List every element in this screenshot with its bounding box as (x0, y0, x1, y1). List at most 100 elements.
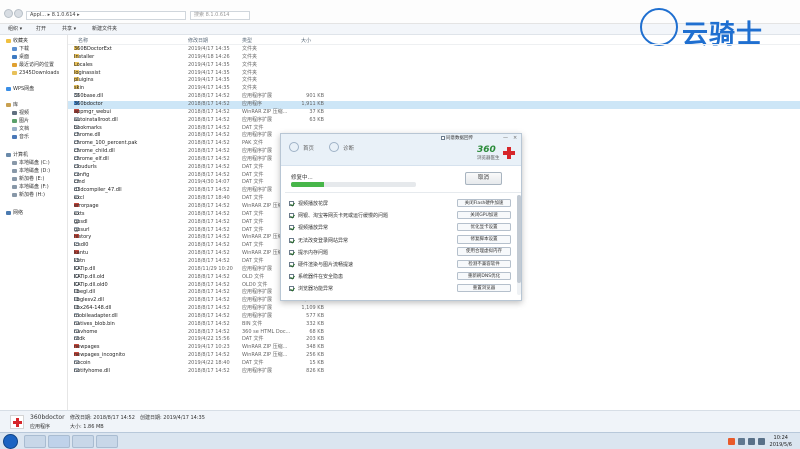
item-checkbox[interactable] (289, 225, 294, 231)
file-row[interactable]: navhome 2018/8/17 14:52 360 se HTML Doc...… (68, 328, 800, 337)
file-row[interactable]: libx264-148.dll 2018/8/17 14:52 应用程序扩展 1,10… (68, 305, 800, 313)
file-row[interactable]: newpages 2019/4/17 10:23 WinRAR ZIP 压缩... 3… (68, 344, 800, 352)
organize-menu[interactable]: 组织 ▾ (8, 26, 22, 33)
nav-music[interactable]: 音乐 (12, 133, 29, 141)
nav-pictures[interactable]: 图片 (12, 117, 29, 125)
start-button[interactable] (3, 434, 18, 449)
file-date-cell: 2018/8/17 14:52 (188, 352, 230, 359)
file-row[interactable]: 360base.dll 2018/8/17 14:52 应用程序扩展 901 KB (68, 93, 800, 101)
column-header-name[interactable]: 名称 (78, 37, 88, 44)
tray-network-icon[interactable] (748, 438, 755, 445)
file-row[interactable]: Locales 2019/4/17 14:35 文件夹 (68, 61, 800, 70)
file-row[interactable]: appmgr_webui 2018/8/17 14:52 WinRAR ZIP 压缩… (68, 108, 800, 117)
list-scrollbar[interactable] (517, 195, 521, 295)
address-bar[interactable]: AppI... ▸ 8.1.0.614 ▸ (26, 11, 186, 20)
file-size-cell: 68 KB (309, 328, 324, 335)
item-label: 系统器件在安全隐患 (298, 274, 344, 281)
tab-diagnose[interactable]: 诊断 (343, 144, 354, 152)
file-row[interactable]: notifyhome.dll 2018/8/17 14:52 应用程序扩展 826 K… (68, 367, 800, 376)
column-header-type[interactable]: 类型 (242, 37, 252, 44)
computer-icon (6, 152, 11, 157)
file-row[interactable]: newpages_incognito 2018/8/17 14:52 WinRAR … (68, 352, 800, 360)
forward-button[interactable] (14, 9, 23, 18)
new-folder-button[interactable]: 新建文件夹 (92, 26, 117, 33)
item-checkbox[interactable] (289, 274, 294, 280)
file-row[interactable]: mobileadapter.dll 2018/8/17 14:52 应用程序扩展 57… (68, 312, 800, 321)
file-row[interactable]: Installer 2019/4/18 14:26 文件夹 (68, 53, 800, 62)
item-checkbox[interactable] (289, 213, 294, 219)
file-date-cell: 2018/8/17 14:52 (188, 171, 230, 178)
details-modified: 修改日期: 2018/8/17 14:52 (70, 415, 135, 421)
nav-videos[interactable]: 视频 (12, 109, 29, 117)
item-fix-button[interactable]: 使用合理虚拟内存 (457, 247, 511, 256)
column-header-date[interactable]: 修改日期 (188, 37, 208, 44)
scrollbar-thumb[interactable] (517, 195, 521, 283)
file-row[interactable]: autoinstallroot.dll 2018/8/17 14:52 应用程序扩展… (68, 116, 800, 125)
nav-drive-c[interactable]: 本地磁盘 (C:) (12, 159, 50, 167)
tray-flag-icon[interactable] (738, 438, 745, 445)
file-size-cell: 332 KB (306, 320, 324, 327)
nav-libraries[interactable]: 库 (6, 101, 18, 109)
taskbar-360[interactable] (96, 435, 118, 448)
file-row[interactable]: bookmarks 2018/8/17 14:52 DAT 文件 (68, 124, 800, 133)
file-date-cell: 2018/8/17 14:52 (188, 116, 230, 123)
nav-favorites[interactable]: 收藏夹 (6, 37, 28, 45)
nav-computer[interactable]: 计算机 (6, 151, 28, 159)
nav-drive-f[interactable]: 本地磁盘 (F:) (12, 183, 49, 191)
file-date-cell: 2019/4/22 15:56 (188, 336, 230, 343)
item-fix-button[interactable]: 重新刷DNS优化 (457, 271, 511, 281)
tab-home[interactable]: 首页 (303, 144, 314, 152)
item-checkbox[interactable] (289, 286, 294, 292)
item-checkbox[interactable] (289, 262, 294, 267)
file-row[interactable]: 360bdoctor 2018/8/17 14:52 应用程序 1,911 KB (68, 100, 800, 109)
share-menu[interactable]: 共享 ▾ (62, 26, 76, 33)
file-date-cell: 2018/8/17 14:52 (188, 163, 230, 170)
file-row[interactable]: skin 2019/4/17 14:35 文件夹 (68, 85, 800, 93)
column-header-size[interactable]: 大小 (301, 37, 311, 44)
item-checkbox[interactable] (289, 201, 294, 206)
nav-recent[interactable]: 最近访问的位置 (12, 61, 54, 69)
nav-downloads[interactable]: 下载 (12, 45, 29, 53)
nav-drive-h[interactable]: 新加卷 (H:) (12, 191, 45, 199)
taskbar-clock[interactable]: 10:24 2019/5/6 (770, 435, 792, 448)
details-type: 应用程序 (30, 424, 51, 430)
file-row[interactable]: 360BDoctorExt 2019/4/17 14:35 文件夹 (68, 46, 800, 54)
nav-2345downloads[interactable]: 2345Downloads (12, 69, 59, 77)
nav-drive-d[interactable]: 本地磁盘 (D:) (12, 167, 50, 175)
file-row[interactable]: pluigins 2019/4/17 14:35 文件夹 (68, 77, 800, 85)
file-row[interactable]: nocoin 2019/4/22 18:40 DAT 文件 15 KB (68, 360, 800, 368)
item-checkbox[interactable] (289, 249, 294, 255)
minimize-button[interactable]: — (503, 135, 508, 141)
item-checkbox[interactable] (289, 237, 294, 243)
tray-sogou-icon[interactable] (728, 438, 735, 445)
close-button[interactable]: × (513, 135, 517, 141)
tray-volume-icon[interactable] (758, 438, 765, 445)
nav-documents[interactable]: 文档 (12, 125, 29, 133)
file-row[interactable]: ntdk 2019/4/22 15:56 DAT 文件 203 KB (68, 336, 800, 344)
item-fix-button[interactable]: 重置浏览器 (457, 283, 511, 293)
nav-network[interactable]: 网络 (6, 209, 23, 217)
open-button[interactable]: 打开 (36, 26, 46, 33)
repair-item: 硬件渲染与图片流畅提速 检测不兼容软件 (285, 258, 513, 270)
item-fix-button[interactable]: 修复脚本设置 (457, 235, 511, 244)
item-fix-button[interactable]: 关闭GPU加速 (457, 210, 511, 220)
back-button[interactable] (4, 9, 13, 18)
file-type-cell: PAK 文件 (242, 140, 263, 147)
browser-doctor-dialog: 首页 诊断 同意数据回传 — × 360 浏览器医生 修复中... 取消 视频播… (280, 133, 522, 301)
nav-wps-cloud[interactable]: WPS网盘 (6, 85, 34, 93)
file-row[interactable]: natives_blob.bin 2018/8/17 14:52 BIN 文件 332… (68, 320, 800, 329)
taskbar-media[interactable] (72, 435, 94, 448)
file-date-cell: 2019/4/17 14:35 (188, 85, 230, 92)
taskbar-ie[interactable] (24, 435, 46, 448)
item-fix-button[interactable]: 优化显卡设置 (457, 222, 511, 232)
data-feedback-checkbox[interactable]: 同意数据回传 (441, 135, 473, 141)
nav-desktop[interactable]: 桌面 (12, 53, 29, 61)
cancel-button[interactable]: 取消 (465, 172, 502, 185)
file-row[interactable]: loginassist 2019/4/17 14:35 文件夹 (68, 69, 800, 78)
taskbar-explorer[interactable] (48, 435, 70, 448)
nav-drive-e[interactable]: 新加卷 (E:) (12, 175, 44, 183)
item-fix-button[interactable]: 检测不兼容软件 (457, 259, 511, 268)
item-fix-button[interactable]: 关闭Flash硬件加速 (457, 198, 511, 207)
search-input[interactable]: 搜索 8.1.0.614 (190, 11, 250, 20)
file-size-cell: 826 KB (306, 367, 324, 374)
